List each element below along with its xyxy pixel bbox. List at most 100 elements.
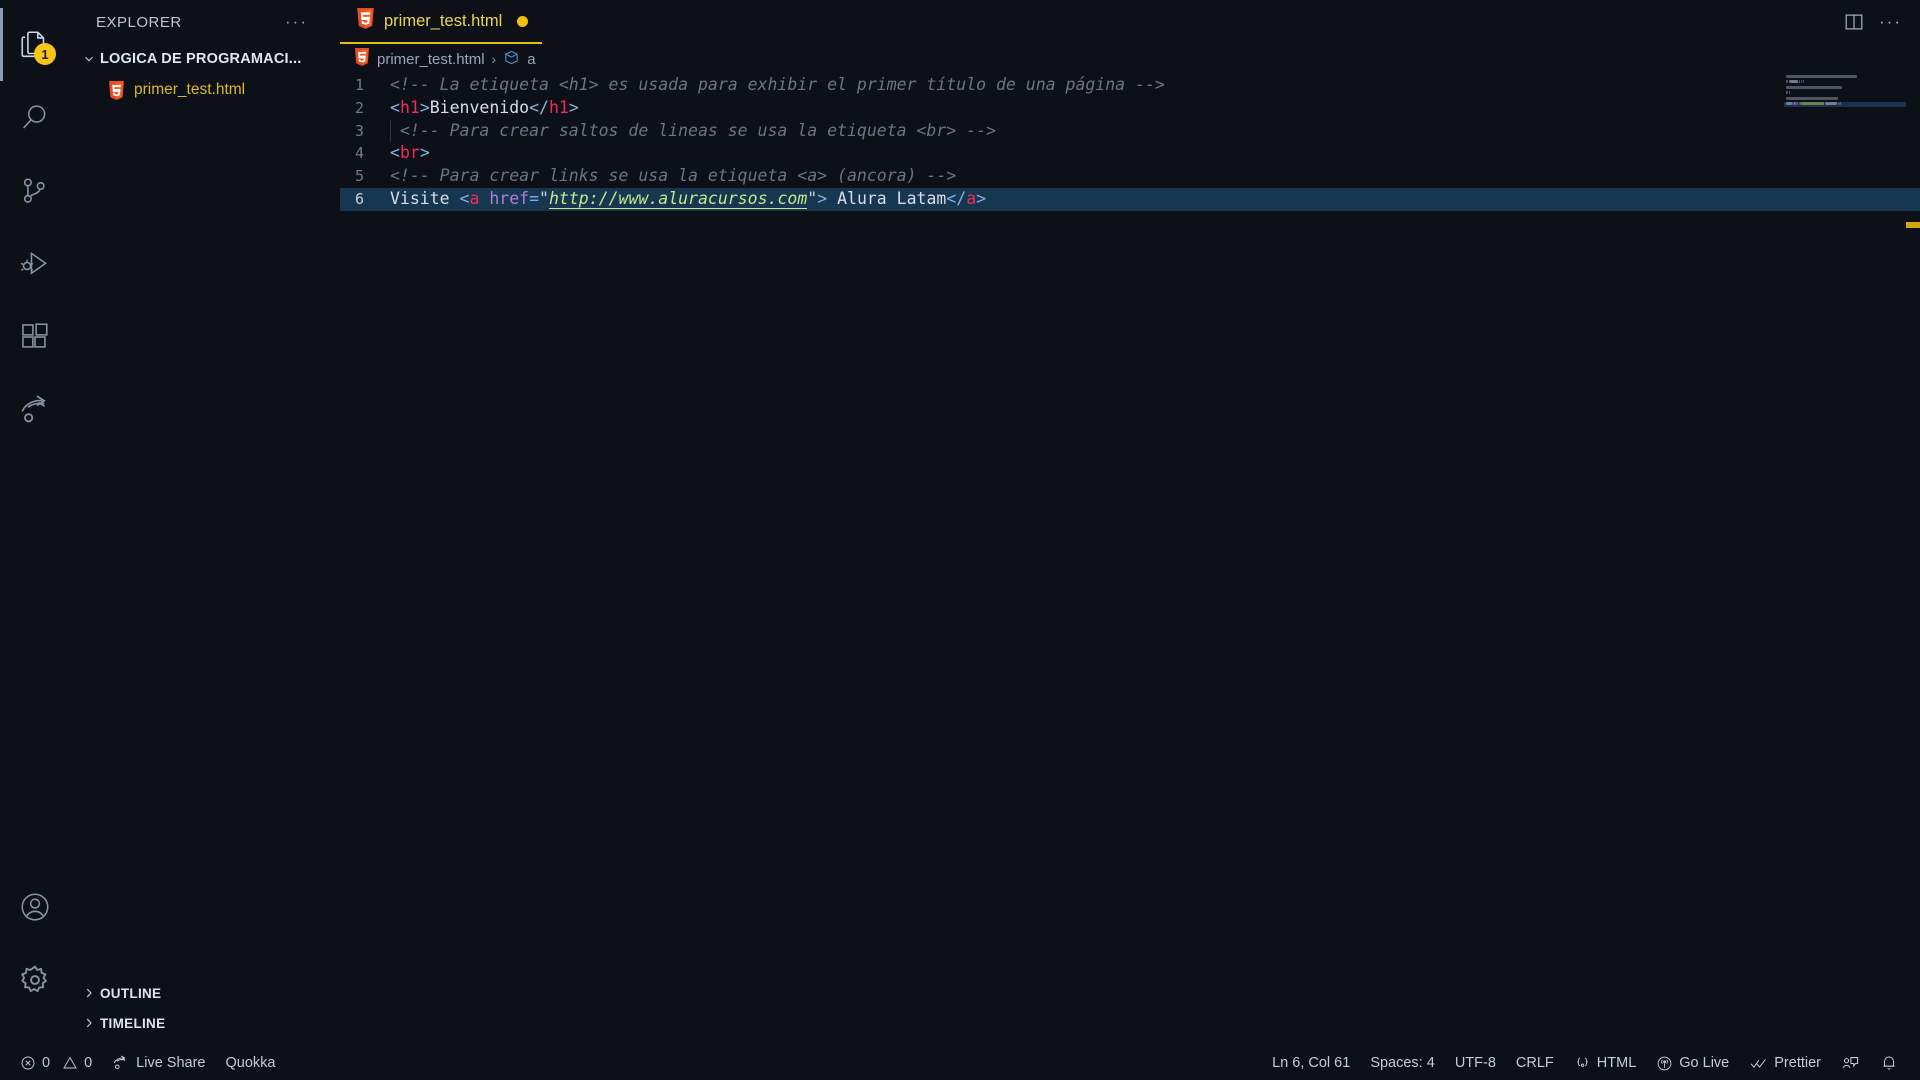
minimap-line [1786, 96, 1906, 100]
minimap-token [1798, 80, 1801, 84]
sidebar-section-outline[interactable]: OUTLINE [70, 978, 340, 1008]
code-line-text: <!-- Para crear links se usa la etiqueta… [390, 165, 1920, 188]
workbench-body: 1 EXPLORER ··· LOGICA DE PROGRAMACI... p… [0, 0, 1920, 1046]
activity-item-extensions[interactable] [0, 300, 70, 373]
overview-ruler[interactable] [1906, 74, 1920, 1046]
code-token-attr: href [489, 188, 530, 208]
code-line[interactable]: 3 <!-- Para crear saltos de lineas se us… [340, 119, 1920, 143]
indent-guide [390, 119, 391, 143]
encoding-label: UTF-8 [1454, 1055, 1496, 1071]
code-token-bracket: > [419, 97, 430, 117]
code-line[interactable]: 1 <!-- La etiqueta <h1> es usada para exh… [340, 74, 1920, 97]
status-live-share[interactable]: Live Share [102, 1046, 215, 1080]
code-content[interactable]: 1 <!-- La etiqueta <h1> es usada para exh… [340, 74, 1920, 1046]
status-indentation[interactable]: Spaces: 4 [1360, 1046, 1445, 1080]
account-icon [18, 890, 52, 924]
status-feedback[interactable] [1831, 1046, 1870, 1080]
status-encoding[interactable]: UTF-8 [1445, 1046, 1506, 1080]
run-and-debug-icon [18, 247, 52, 281]
folder-root-label: LOGICA DE PROGRAMACI... [100, 51, 302, 67]
code-line-text: <!-- La etiqueta <h1> es usada para exhi… [390, 74, 1920, 97]
code-line-text: <br> [390, 142, 1920, 165]
line-number: 4 [354, 144, 364, 163]
activity-item-settings[interactable] [0, 943, 70, 1016]
minimap-token [1786, 74, 1858, 78]
status-problems[interactable]: 0 0 [10, 1046, 102, 1080]
gear-icon [18, 963, 52, 997]
code-line[interactable]: 6 Visite <a href="http://www.aluracursos.… [340, 187, 1920, 211]
code-token-bracket: > [419, 143, 430, 163]
status-bar-right: Ln 6, Col 61 Spaces: 4 UTF-8 CRLF HTML G… [1262, 1046, 1920, 1080]
quokka-label: Quokka [225, 1055, 276, 1071]
language-mode-label: HTML [1596, 1055, 1637, 1071]
code-token-bracket: < [390, 143, 400, 163]
code-token-tag: br [399, 143, 420, 163]
tab-primer-test-html[interactable]: primer_test.html [340, 0, 543, 44]
feedback-icon [1841, 1054, 1860, 1073]
line-number: 2 [354, 98, 364, 117]
sidebar-file-primer-test-html[interactable]: primer_test.html [70, 74, 340, 106]
editor-more-actions-icon[interactable]: ··· [1879, 12, 1902, 32]
status-cursor-position[interactable]: Ln 6, Col 61 [1262, 1046, 1360, 1080]
sidebar-section-timeline[interactable]: TIMELINE [70, 1008, 340, 1038]
status-language-mode[interactable]: HTML [1564, 1046, 1646, 1080]
prettier-label: Prettier [1774, 1055, 1821, 1071]
folder-root-primer[interactable]: LOGICA DE PROGRAMACI... [70, 44, 340, 74]
minimap-line [1786, 85, 1906, 89]
activity-item-search[interactable] [0, 81, 70, 154]
status-notifications[interactable] [1870, 1046, 1908, 1080]
live-share-label: Live Share [136, 1055, 206, 1071]
line-number: 6 [354, 189, 364, 208]
html5-icon [354, 48, 370, 70]
breadcrumb-item-symbol[interactable]: a [527, 51, 535, 68]
code-line[interactable]: 4 <br> [340, 142, 1920, 165]
extensions-icon [18, 320, 52, 354]
warning-icon [62, 1055, 78, 1071]
code-token-plain: Alura Latam [827, 188, 947, 208]
activity-item-live-share[interactable] [0, 373, 70, 446]
code-token-comment: <!-- La etiqueta <h1> es usada para exhi… [390, 75, 1165, 94]
code-line-text: Visite <a href="http://www.aluracursos.c… [390, 188, 1920, 211]
code-token-link[interactable]: http://www.aluracursos.com [548, 188, 808, 209]
status-prettier[interactable]: Prettier [1739, 1046, 1831, 1080]
status-bar-left: 0 0 Live Share Quokka [0, 1046, 285, 1080]
code-token-tag: h1 [548, 97, 569, 117]
sidebar-more-actions-icon[interactable]: ··· [285, 12, 326, 32]
editor-tabs: primer_test.html ··· [340, 0, 1920, 44]
symbol-field-icon [503, 49, 520, 70]
minimap-token [1786, 85, 1842, 89]
status-eol[interactable]: CRLF [1506, 1046, 1564, 1080]
minimap-line [1786, 80, 1906, 84]
error-count: 0 [42, 1055, 51, 1071]
sidebar-section-timeline-label: TIMELINE [100, 1015, 166, 1031]
activity-item-source-control[interactable] [0, 154, 70, 227]
activity-item-explorer[interactable]: 1 [0, 8, 70, 81]
code-token-bracket: < [459, 188, 470, 208]
activity-item-run-and-debug[interactable] [0, 227, 70, 300]
eol-label: CRLF [1515, 1055, 1554, 1071]
code-line[interactable]: 2 <h1>Bienvenido</h1> [340, 97, 1920, 120]
code-token-bracket: = [529, 188, 540, 208]
chevron-right-icon [78, 1016, 100, 1030]
sidebar: EXPLORER ··· LOGICA DE PROGRAMACI... pri… [70, 0, 340, 1046]
minimap-line [1786, 91, 1906, 95]
code-token-quote: " [539, 188, 549, 208]
tab-dirty-indicator[interactable] [517, 15, 529, 27]
code-token-bracket: </ [946, 188, 967, 208]
editor-actions: ··· [1825, 0, 1920, 44]
split-editor-right-icon[interactable] [1843, 11, 1865, 33]
activity-item-accounts[interactable] [0, 870, 70, 943]
sidebar-bottom-sections: OUTLINE TIMELINE [70, 978, 340, 1046]
minimap-token [1788, 91, 1790, 95]
line-number: 3 [354, 121, 364, 140]
breadcrumb-item-file[interactable]: primer_test.html [377, 51, 485, 68]
status-quokka[interactable]: Quokka [215, 1046, 285, 1080]
minimap-token [1789, 80, 1799, 84]
status-go-live[interactable]: Go Live [1646, 1046, 1739, 1080]
minimap[interactable] [1784, 74, 1906, 1046]
cursor-position-label: Ln 6, Col 61 [1272, 1055, 1351, 1071]
code-line[interactable]: 5 <!-- Para crear links se usa la etiquet… [340, 165, 1920, 188]
error-icon [20, 1055, 36, 1071]
code-token-bracket: > [568, 97, 579, 117]
